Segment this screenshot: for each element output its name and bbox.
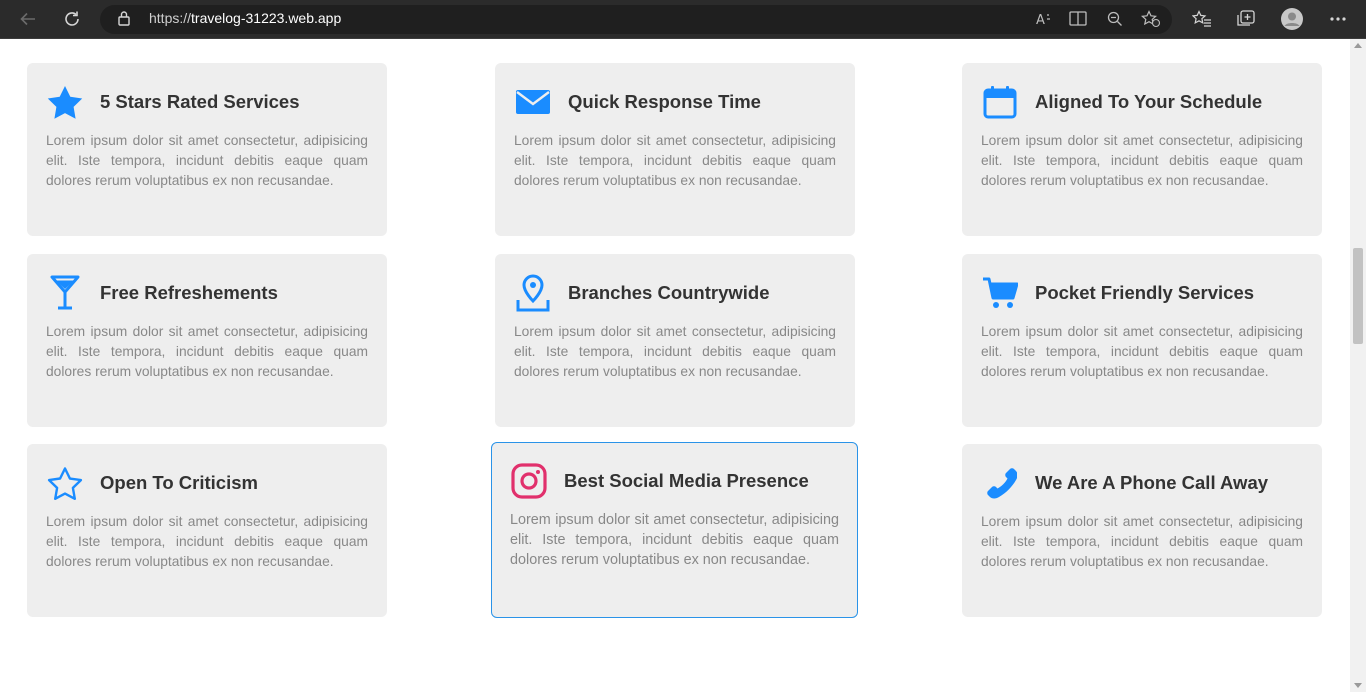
- feature-card[interactable]: Branches Countrywide Lorem ipsum dolor s…: [495, 254, 855, 427]
- page-scrollbar[interactable]: [1350, 39, 1366, 692]
- feature-title: Free Refreshements: [100, 282, 278, 303]
- cart-icon: [981, 274, 1019, 312]
- map-pin-icon: [514, 274, 552, 312]
- star-outline-icon: [46, 464, 84, 502]
- arrow-left-icon: [20, 12, 35, 26]
- read-aloud-icon[interactable]: A: [1033, 8, 1055, 30]
- scroll-down-arrow[interactable]: [1354, 683, 1362, 688]
- instagram-icon: [510, 462, 548, 500]
- feature-title: 5 Stars Rated Services: [100, 91, 300, 112]
- star-icon: [46, 83, 84, 121]
- more-menu-icon[interactable]: [1327, 8, 1349, 30]
- feature-description: Lorem ipsum dolor sit amet consectetur, …: [981, 133, 1303, 189]
- url-text[interactable]: https://travelog-31223.web.app: [149, 10, 341, 26]
- feature-card[interactable]: We Are A Phone Call Away Lorem ipsum dol…: [962, 444, 1322, 617]
- scroll-up-arrow[interactable]: [1354, 43, 1362, 48]
- feature-title: Best Social Media Presence: [564, 470, 809, 491]
- feature-card[interactable]: Free Refreshements Lorem ipsum dolor sit…: [27, 254, 387, 427]
- reader-mode-icon[interactable]: [1068, 8, 1090, 30]
- cocktail-icon: [46, 274, 84, 312]
- feature-title: Aligned To Your Schedule: [1035, 91, 1263, 112]
- feature-description: Lorem ipsum dolor sit amet consectetur, …: [981, 514, 1303, 570]
- refresh-button[interactable]: [59, 7, 85, 31]
- feature-description: Lorem ipsum dolor sit amet consectetur, …: [981, 324, 1303, 380]
- feature-description: Lorem ipsum dolor sit amet consectetur, …: [514, 324, 836, 380]
- feature-title: Pocket Friendly Services: [1035, 282, 1255, 303]
- feature-description: Lorem ipsum dolor sit amet consectetur, …: [510, 512, 839, 569]
- feature-card[interactable]: Aligned To Your Schedule Lorem ipsum dol…: [962, 63, 1322, 236]
- features-section: 5 Stars Rated Services Lorem ipsum dolor…: [0, 39, 1350, 692]
- feature-card[interactable]: Pocket Friendly Services Lorem ipsum dol…: [962, 254, 1322, 427]
- url-host: travelog-31223.web.app: [191, 10, 342, 26]
- feature-card[interactable]: Quick Response Time Lorem ipsum dolor si…: [495, 63, 855, 236]
- phone-icon: [981, 464, 1019, 502]
- feature-card-hovered[interactable]: Best Social Media Presence Lorem ipsum d…: [491, 442, 858, 618]
- feature-card[interactable]: Open To Criticism Lorem ipsum dolor sit …: [27, 444, 387, 617]
- feature-title: Open To Criticism: [100, 472, 258, 493]
- url-scheme: https://: [149, 10, 192, 26]
- scroll-thumb[interactable]: [1353, 248, 1363, 344]
- feature-title: Branches Countrywide: [568, 282, 770, 303]
- envelope-icon: [514, 83, 552, 121]
- lock-icon[interactable]: [117, 10, 131, 31]
- back-button[interactable]: [15, 7, 41, 31]
- svg-text:A: A: [1036, 13, 1045, 27]
- browser-toolbar: https://travelog-31223.web.app A: [0, 0, 1366, 39]
- favorite-add-icon[interactable]: [1140, 8, 1162, 30]
- feature-description: Lorem ipsum dolor sit amet consectetur, …: [46, 133, 368, 189]
- favorites-icon[interactable]: [1191, 8, 1213, 30]
- refresh-icon: [65, 11, 79, 26]
- profile-avatar-icon[interactable]: [1281, 8, 1303, 30]
- feature-description: Lorem ipsum dolor sit amet consectetur, …: [46, 324, 368, 380]
- collections-icon[interactable]: [1235, 8, 1257, 30]
- feature-description: Lorem ipsum dolor sit amet consectetur, …: [46, 514, 368, 570]
- calendar-icon: [981, 83, 1019, 121]
- feature-card[interactable]: 5 Stars Rated Services Lorem ipsum dolor…: [27, 63, 387, 236]
- zoom-icon[interactable]: [1104, 8, 1126, 30]
- feature-description: Lorem ipsum dolor sit amet consectetur, …: [514, 133, 836, 189]
- feature-title: We Are A Phone Call Away: [1035, 472, 1269, 493]
- feature-title: Quick Response Time: [568, 91, 761, 112]
